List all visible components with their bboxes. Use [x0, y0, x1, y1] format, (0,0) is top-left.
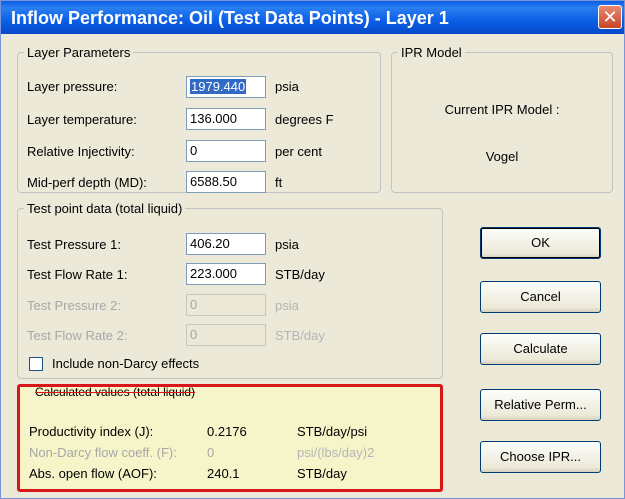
ok-button[interactable]: OK — [480, 227, 601, 259]
test-flow-rate-1-label: Test Flow Rate 1: — [27, 267, 128, 282]
current-ipr-model-label: Current IPR Model : — [444, 102, 560, 117]
non-darcy-label[interactable]: Include non-Darcy effects — [52, 356, 199, 371]
productivity-index-label: Productivity index (J): — [29, 424, 154, 439]
title-bar[interactable]: Inflow Performance: Oil (Test Data Point… — [1, 1, 624, 34]
close-icon[interactable]: ✕ — [598, 5, 622, 29]
test-flow-rate-1-unit: STB/day — [275, 267, 325, 282]
test-point-data-group: Test point data (total liquid) — [17, 201, 443, 379]
layer-temperature-label: Layer temperature: — [27, 112, 137, 127]
test-point-data-legend: Test point data (total liquid) — [27, 201, 183, 216]
calculated-values-legend: Calculated values (total liquid) — [35, 385, 196, 399]
layer-pressure-unit: psia — [275, 79, 299, 94]
test-pressure-2-label: Test Pressure 2: — [27, 298, 121, 313]
ipr-model-group: IPR Model — [391, 45, 613, 193]
test-pressure-2-input: 0 — [186, 294, 266, 316]
layer-pressure-value: 1979.440 — [190, 79, 247, 94]
test-flow-rate-2-label: Test Flow Rate 2: — [27, 328, 128, 343]
calculate-button[interactable]: Calculate — [480, 333, 601, 365]
layer-pressure-label: Layer pressure: — [27, 79, 118, 94]
test-flow-rate-2-input: 0 — [186, 324, 266, 346]
productivity-index-unit: STB/day/psi — [297, 424, 368, 439]
productivity-index-value: 0.2176 — [207, 424, 247, 439]
relative-injectivity-input[interactable]: 0 — [186, 140, 266, 162]
cancel-button[interactable]: Cancel — [480, 281, 601, 313]
aof-unit: STB/day — [297, 466, 347, 481]
relative-injectivity-label: Relative Injectivity: — [27, 144, 135, 159]
window-title: Inflow Performance: Oil (Test Data Point… — [11, 8, 449, 28]
test-pressure-1-unit: psia — [275, 237, 299, 252]
mid-perf-depth-label: Mid-perf depth (MD): — [27, 175, 147, 190]
test-flow-rate-1-input[interactable]: 223.000 — [186, 263, 266, 285]
layer-parameters-legend: Layer Parameters — [27, 45, 131, 60]
layer-temperature-input[interactable]: 136.000 — [186, 108, 266, 130]
mid-perf-depth-unit: ft — [275, 175, 283, 190]
choose-ipr-button[interactable]: Choose IPR... — [480, 441, 601, 473]
non-darcy-coeff-label: Non-Darcy flow coeff. (F): — [29, 445, 177, 460]
relative-perm-button[interactable]: Relative Perm... — [480, 389, 601, 421]
mid-perf-depth-input[interactable]: 6588.50 — [186, 171, 266, 193]
test-pressure-1-label: Test Pressure 1: — [27, 237, 121, 252]
layer-temperature-unit: degrees F — [275, 112, 334, 127]
ipr-dialog-window: Inflow Performance: Oil (Test Data Point… — [0, 0, 625, 499]
non-darcy-coeff-unit: psi/(lbs/day)2 — [297, 445, 375, 460]
test-flow-rate-2-unit: STB/day — [275, 328, 325, 343]
non-darcy-checkbox[interactable] — [29, 357, 43, 371]
current-ipr-model-value: Vogel — [485, 149, 519, 164]
aof-label: Abs. open flow (AOF): — [29, 466, 157, 481]
aof-value: 240.1 — [207, 466, 240, 481]
layer-pressure-input[interactable]: 1979.440 — [186, 76, 266, 98]
non-darcy-coeff-value: 0 — [207, 445, 215, 460]
test-pressure-1-input[interactable]: 406.20 — [186, 233, 266, 255]
test-pressure-2-unit: psia — [275, 298, 299, 313]
relative-injectivity-unit: per cent — [275, 144, 322, 159]
ipr-model-legend: IPR Model — [401, 45, 462, 60]
